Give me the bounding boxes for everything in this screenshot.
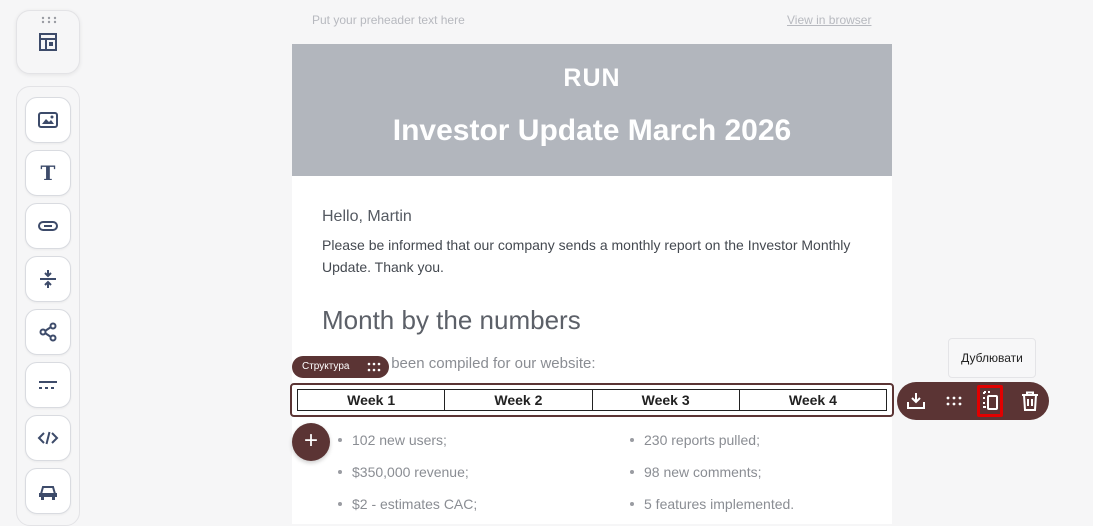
stats-list-left: 102 new users; $350,000 revenue; $2 - es… [322,428,477,524]
text-block-button[interactable]: T [25,150,71,196]
save-module-button[interactable] [904,389,928,413]
divider-icon [39,381,57,389]
week-cell[interactable]: Week 1 [298,390,446,410]
weeks-table: Week 1 Week 2 Week 3 Week 4 [297,389,887,411]
list-item: 98 new comments; [629,460,794,492]
image-icon [38,112,58,128]
drag-handle-icon[interactable] [367,362,381,372]
social-icon [39,322,57,342]
menu-icon [39,486,57,500]
text-icon: T [41,162,56,184]
duplicate-button[interactable] [977,385,1003,417]
divider-block-button[interactable] [25,362,71,408]
spacer-block-button[interactable] [25,256,71,302]
layout-panel [16,10,80,74]
hero-banner[interactable]: RUN Investor Update March 2026 [292,44,892,176]
layout-icon[interactable] [37,31,59,53]
brand-logo: RUN [563,64,621,92]
list-item: $2 - estimates CAC; [337,492,477,524]
menu-block-button[interactable] [25,468,71,514]
copy-icon [983,391,998,410]
button-block-button[interactable] [25,203,71,249]
list-item: 5 features implemented. [629,492,794,524]
section-heading[interactable]: Month by the numbers [322,305,581,336]
email-canvas: RUN Investor Update March 2026 Hello, Ma… [292,44,892,524]
hero-title: Investor Update March 2026 [392,114,792,147]
structure-label-text: Структура [302,361,350,372]
blocks-panel: T [16,86,80,526]
preheader-text[interactable]: Put your preheader text here [312,13,465,27]
social-block-button[interactable] [25,309,71,355]
svg-text:T: T [41,162,56,184]
stats-list-right: 230 reports pulled; 98 new comments; 5 f… [614,428,794,524]
greeting-text[interactable]: Hello, Martin [322,208,412,226]
structure-actions-bar [897,382,1049,420]
drag-handle-icon [946,396,962,406]
html-icon [37,431,59,445]
selected-structure[interactable]: Week 1 Week 2 Week 3 Week 4 [290,383,894,417]
list-item: 102 new users; [337,428,477,460]
week-cell[interactable]: Week 2 [445,390,593,410]
download-icon [907,393,925,409]
image-block-button[interactable] [25,97,71,143]
spacer-icon [40,270,56,288]
html-block-button[interactable] [25,415,71,461]
move-button[interactable] [942,389,966,413]
button-icon [38,221,58,231]
drag-handle-icon[interactable] [40,16,58,24]
add-block-button[interactable]: + [292,423,330,461]
duplicate-tooltip: Дублювати [948,338,1036,378]
view-in-browser-link[interactable]: View in browser [787,13,871,27]
week-cell[interactable]: Week 4 [740,390,886,410]
list-item: 230 reports pulled; [629,428,794,460]
delete-button[interactable] [1018,389,1042,413]
trash-icon [1022,391,1038,411]
structure-label[interactable]: Структура [292,356,389,378]
intro-paragraph[interactable]: Please be informed that our company send… [322,234,862,278]
list-item: $350,000 revenue; [337,460,477,492]
week-cell[interactable]: Week 3 [593,390,740,410]
